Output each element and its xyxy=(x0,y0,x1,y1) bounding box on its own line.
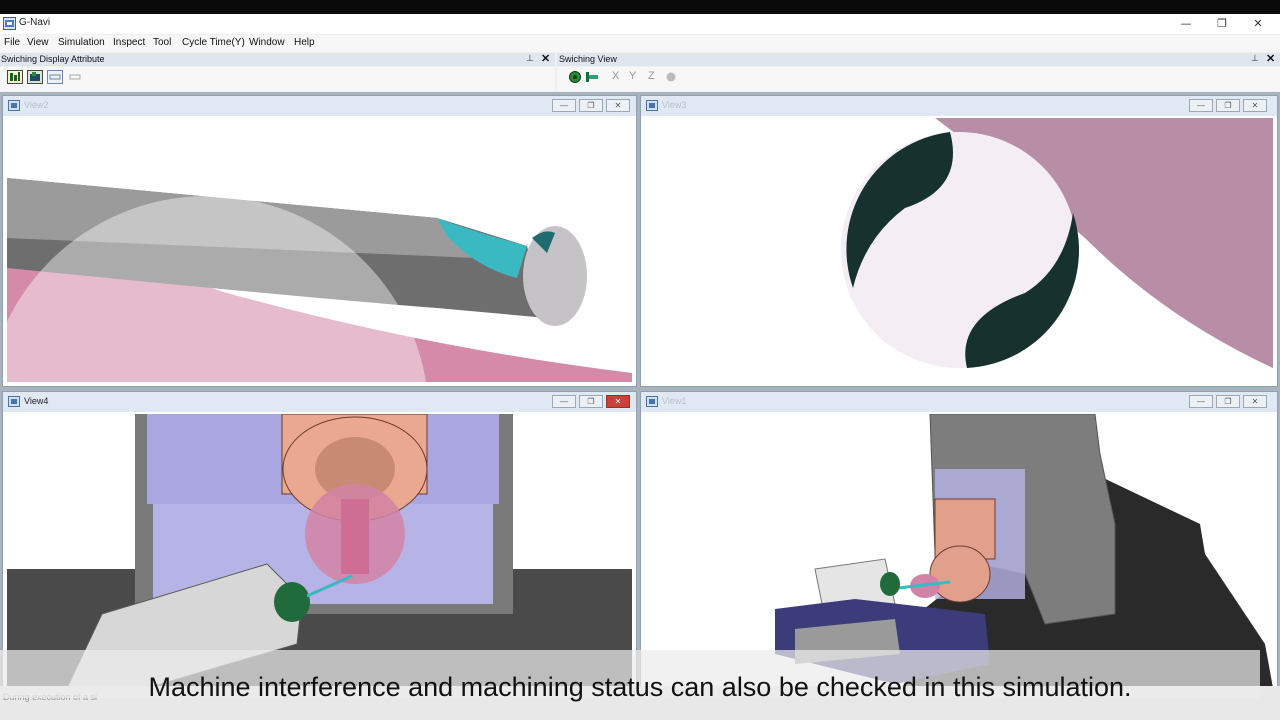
menu-simulation[interactable]: Simulation xyxy=(58,37,105,48)
spindle-collar xyxy=(929,545,991,603)
switching-view-toolbar: X Y Z xyxy=(557,67,1280,91)
machine-display-icon[interactable] xyxy=(27,70,43,84)
view-title-bar: View1 — ❐ ✕ xyxy=(641,392,1277,412)
view-title: View1 xyxy=(662,396,687,406)
tool-collet xyxy=(880,572,900,596)
window-title: G-Navi xyxy=(19,17,51,28)
view-minimize-button[interactable]: — xyxy=(552,395,576,408)
wireframe-display-icon[interactable] xyxy=(47,70,63,84)
menu-bar: File View Simulation Inspect Tool Cycle … xyxy=(0,35,1280,52)
view-y-button[interactable]: Y xyxy=(629,70,636,82)
view-close-button[interactable]: ✕ xyxy=(1243,395,1267,408)
tool-end-view-scene xyxy=(645,118,1273,382)
view-icon xyxy=(646,100,658,111)
title-bar: G-Navi — ❐ ✕ xyxy=(0,14,1280,34)
viewport-view3[interactable] xyxy=(645,118,1273,382)
view-window-view2[interactable]: View2 — ❐ ✕ xyxy=(2,95,637,387)
close-button[interactable]: ✕ xyxy=(1241,15,1275,32)
viewport-view4[interactable] xyxy=(7,414,632,688)
switching-view-toolbar-title: Swiching View xyxy=(559,54,617,64)
menu-window[interactable]: Window xyxy=(249,37,285,48)
tool-collet xyxy=(274,582,310,622)
viewport-view1[interactable] xyxy=(645,414,1273,688)
tool-tip xyxy=(523,226,587,326)
view-title-bar: View3 — ❐ ✕ xyxy=(641,96,1277,116)
display-attribute-toolbar xyxy=(0,67,555,91)
display-attribute-toolbar-title: Swiching Display Attribute xyxy=(1,54,105,64)
viewport-view2[interactable] xyxy=(7,118,632,382)
view-close-button[interactable]: ✕ xyxy=(606,99,630,112)
menu-inspect[interactable]: Inspect xyxy=(113,37,145,48)
view-window-view1[interactable]: View1 — ❐ ✕ xyxy=(640,391,1278,693)
view-restore-button[interactable]: ❐ xyxy=(1216,99,1240,112)
menu-view[interactable]: View xyxy=(27,37,49,48)
switching-view-toolbar-header: Swiching View ⊥ ✕ xyxy=(557,53,1280,66)
toolbar-close-icon[interactable]: ✕ xyxy=(1266,52,1275,65)
menu-file[interactable]: File xyxy=(4,37,20,48)
view-x-button[interactable]: X xyxy=(612,70,619,82)
hidden-display-icon[interactable] xyxy=(67,70,83,84)
video-caption: Machine interference and machining statu… xyxy=(148,672,1132,702)
view-close-button[interactable]: ✕ xyxy=(606,395,630,408)
view-icon xyxy=(646,396,658,407)
view-minimize-button[interactable]: — xyxy=(552,99,576,112)
toolbar-close-icon[interactable]: ✕ xyxy=(541,52,550,65)
pin-icon[interactable]: ⊥ xyxy=(1251,53,1259,64)
app-icon xyxy=(3,17,16,30)
view-z-button[interactable]: Z xyxy=(648,70,655,82)
view-icon xyxy=(8,100,20,111)
view-restore-button[interactable]: ❐ xyxy=(1216,395,1240,408)
view-title: View2 xyxy=(24,100,49,110)
minimize-button[interactable]: — xyxy=(1169,15,1203,32)
view-icon xyxy=(8,396,20,407)
view-title: View3 xyxy=(662,100,687,110)
mdi-workspace: View2 — ❐ ✕ View3 — ❐ ✕ View4 — ❐ ✕ View… xyxy=(0,92,1280,693)
restore-button[interactable]: ❐ xyxy=(1205,15,1239,32)
fixture-post xyxy=(341,499,369,574)
view-title-bar: View4 — ❐ ✕ xyxy=(3,392,636,412)
view-restore-button[interactable]: ❐ xyxy=(579,395,603,408)
view-iso-icon[interactable] xyxy=(663,70,679,84)
view-minimize-button[interactable]: — xyxy=(1189,395,1213,408)
menu-cycle-time[interactable]: Cycle Time(Y) xyxy=(182,37,245,48)
view-minimize-button[interactable]: — xyxy=(1189,99,1213,112)
view-restore-button[interactable]: ❐ xyxy=(579,99,603,112)
view-all-icon[interactable] xyxy=(567,70,583,84)
view-window-view3[interactable]: View3 — ❐ ✕ xyxy=(640,95,1278,387)
view-title: View4 xyxy=(24,396,49,406)
app-window: G-Navi — ❐ ✕ File View Simulation Inspec… xyxy=(0,14,1280,720)
view-window-view4[interactable]: View4 — ❐ ✕ xyxy=(2,391,637,693)
machine-front-scene xyxy=(7,414,632,688)
tool-closeup-scene xyxy=(7,118,632,382)
view-close-button[interactable]: ✕ xyxy=(1243,99,1267,112)
display-attribute-toolbar-header: Swiching Display Attribute ⊥ ✕ xyxy=(0,53,555,66)
view-title-bar: View2 — ❐ ✕ xyxy=(3,96,636,116)
view-tool-icon[interactable] xyxy=(584,70,600,84)
menu-help[interactable]: Help xyxy=(294,37,315,48)
machine-iso-scene xyxy=(645,414,1273,688)
solid-display-icon[interactable] xyxy=(7,70,23,84)
menu-tool[interactable]: Tool xyxy=(153,37,171,48)
pin-icon[interactable]: ⊥ xyxy=(526,53,534,64)
